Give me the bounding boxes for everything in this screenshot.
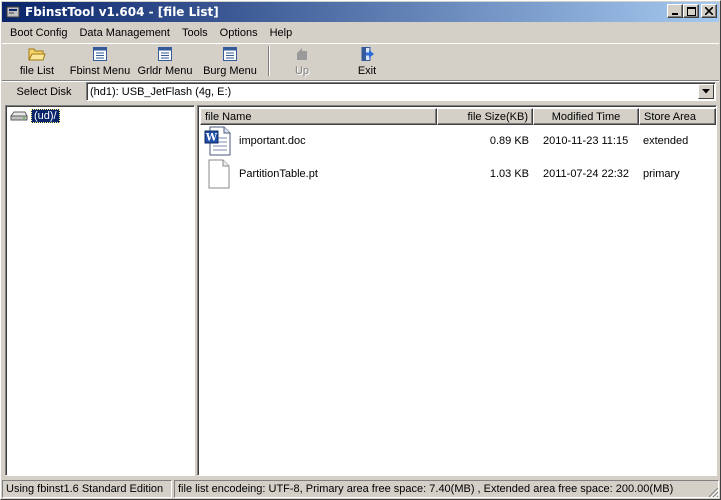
app-window: FbinstTool v1.604 - [file List] Boot Con…	[0, 0, 721, 500]
maximize-icon	[686, 6, 696, 16]
menu-boot-config[interactable]: Boot Config	[4, 25, 73, 41]
file-list[interactable]: file Name file Size(KB) Modified Time St…	[197, 105, 717, 476]
file-name: important.doc	[239, 135, 306, 147]
folder-tree[interactable]: (ud)/	[5, 105, 195, 476]
select-disk-row: Select Disk (hd1): USB_JetFlash (4g, E:)	[2, 80, 719, 102]
column-header-modified[interactable]: Modified Time	[533, 108, 639, 125]
column-header-size[interactable]: file Size(KB)	[437, 108, 533, 125]
menu-data-management[interactable]: Data Management	[73, 25, 176, 41]
file-modified: 2011-07-24 22:32	[543, 168, 630, 180]
blank-file-icon	[208, 159, 230, 189]
exit-label: Exit	[357, 65, 377, 77]
status-bar: Using fbinst1.6 Standard Edition file li…	[2, 480, 719, 498]
minimize-button[interactable]	[667, 4, 683, 18]
app-icon	[5, 4, 21, 20]
file-modified: 2010-11-23 11:15	[543, 135, 629, 147]
maximize-button[interactable]	[683, 4, 699, 18]
table-row[interactable]: W important.doc 0.89 KB 2010-11-23 11:15…	[200, 125, 716, 157]
file-size: 0.89 KB	[489, 135, 529, 147]
select-disk-label: Select Disk	[16, 85, 72, 98]
close-button[interactable]	[701, 4, 717, 18]
up-button[interactable]: Up	[280, 44, 324, 78]
toolbar: file List Fbinst Menu Grldr Menu Burg Me…	[2, 43, 719, 79]
file-store-area: primary	[643, 168, 680, 180]
word-document-icon: W	[204, 126, 231, 156]
disk-dropdown-value: (hd1): USB_JetFlash (4g, E:)	[90, 85, 232, 98]
disk-dropdown[interactable]: (hd1): USB_JetFlash (4g, E:)	[86, 82, 716, 101]
chevron-down-icon	[702, 89, 710, 94]
file-store-area: extended	[643, 135, 689, 147]
grldr-menu-label: Grldr Menu	[137, 65, 193, 77]
folder-open-icon	[28, 46, 46, 62]
menu-options[interactable]: Options	[214, 25, 264, 41]
menu-document-icon	[91, 46, 109, 62]
menu-tools[interactable]: Tools	[176, 25, 214, 41]
window-title: FbinstTool v1.604 - [file List]	[25, 5, 219, 19]
file-list-button[interactable]: file List	[6, 44, 68, 78]
fbinst-menu-button[interactable]: Fbinst Menu	[68, 44, 132, 78]
tree-node-label: (ud)/	[31, 109, 60, 123]
status-edition: Using fbinst1.6 Standard Edition	[2, 480, 172, 498]
toolbar-separator	[268, 46, 270, 76]
svg-text:W: W	[205, 133, 218, 144]
file-size: 1.03 KB	[489, 168, 529, 180]
file-list-header: file Name file Size(KB) Modified Time St…	[200, 108, 716, 125]
window-controls	[667, 4, 717, 18]
file-name: PartitionTable.pt	[239, 168, 318, 180]
menu-bar: Boot Config Data Management Tools Option…	[2, 23, 719, 42]
burg-menu-button[interactable]: Burg Menu	[198, 44, 262, 78]
grldr-menu-button[interactable]: Grldr Menu	[132, 44, 198, 78]
up-arrow-icon	[293, 46, 311, 62]
column-header-name[interactable]: file Name	[200, 108, 437, 125]
tree-node-root[interactable]: (ud)/	[10, 109, 60, 123]
fbinst-menu-label: Fbinst Menu	[69, 65, 131, 77]
title-bar[interactable]: FbinstTool v1.604 - [file List]	[2, 2, 719, 22]
exit-door-icon	[358, 46, 376, 62]
resize-grip-icon[interactable]	[707, 486, 719, 498]
file-list-label: file List	[19, 65, 55, 77]
menu-document-icon	[221, 46, 239, 62]
dropdown-button[interactable]	[698, 84, 714, 99]
close-icon	[705, 7, 713, 15]
drive-icon	[10, 111, 28, 121]
table-row[interactable]: PartitionTable.pt 1.03 KB 2011-07-24 22:…	[200, 158, 716, 190]
minimize-icon	[672, 13, 678, 15]
exit-button[interactable]: Exit	[324, 44, 410, 78]
burg-menu-label: Burg Menu	[203, 65, 257, 77]
up-label: Up	[294, 65, 310, 77]
column-header-area[interactable]: Store Area	[639, 108, 716, 125]
menu-document-icon	[156, 46, 174, 62]
status-info: file list encodeing: UTF-8, Primary area…	[174, 480, 719, 498]
menu-help[interactable]: Help	[264, 25, 299, 41]
